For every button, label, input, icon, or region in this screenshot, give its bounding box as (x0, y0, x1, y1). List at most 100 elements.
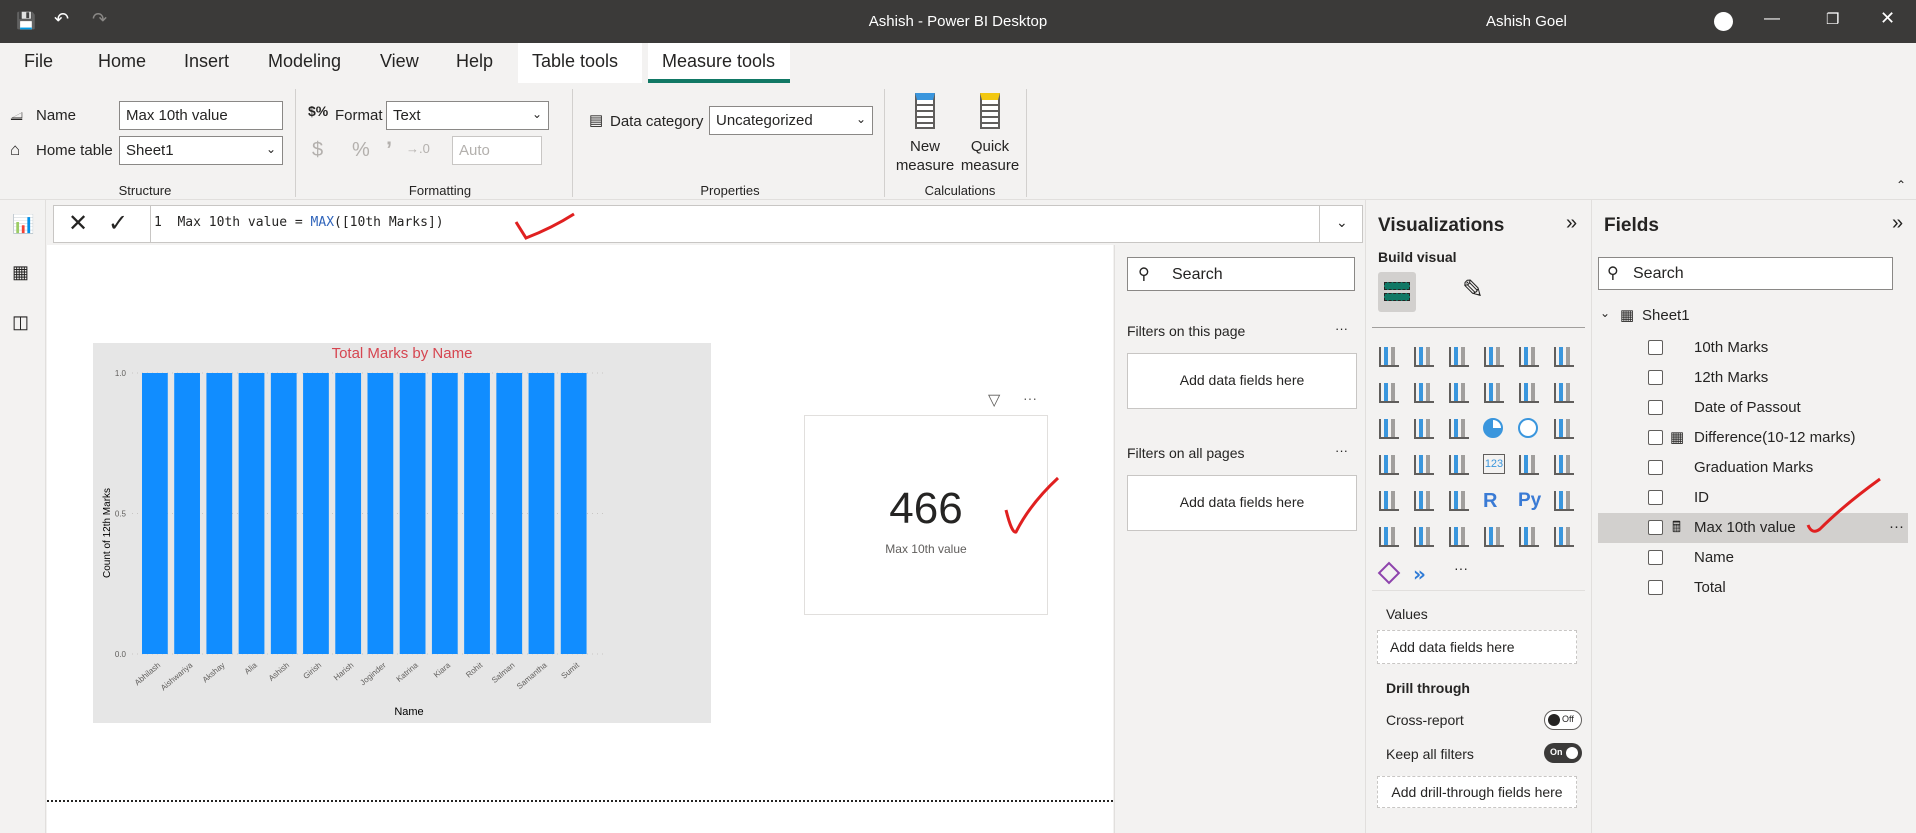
donut-icon[interactable] (1518, 418, 1540, 440)
values-drop-zone[interactable]: Add data fields here (1377, 630, 1577, 664)
field-checkbox[interactable] (1648, 580, 1663, 595)
more-options-icon[interactable]: ··· (1335, 443, 1348, 458)
table-icon[interactable] (1413, 490, 1435, 512)
new-measure-button[interactable]: New measure (893, 93, 957, 175)
paginated-icon[interactable] (1518, 526, 1540, 548)
comma-button[interactable]: ’ (386, 137, 392, 163)
commit-formula-icon[interactable]: ✓ (108, 209, 128, 238)
filters-page-drop-zone[interactable]: Add data fields here (1127, 353, 1357, 409)
quick-measure-button[interactable]: Quick measure (958, 93, 1022, 175)
restore-button[interactable]: ❐ (1826, 10, 1839, 28)
collapse-ribbon-icon[interactable]: ⌃ (1896, 178, 1906, 192)
matrix-icon[interactable] (1448, 490, 1470, 512)
minimize-button[interactable]: — (1764, 10, 1780, 28)
filters-all-drop-zone[interactable]: Add data fields here (1127, 475, 1357, 531)
power-automate-icon[interactable]: » (1413, 562, 1435, 586)
bar[interactable] (528, 373, 555, 654)
bar[interactable] (206, 373, 233, 654)
bar-chart[interactable]: Total Marks by Name Count of 12th Marks … (93, 343, 711, 723)
field-checkbox[interactable] (1648, 490, 1663, 505)
map-icon[interactable] (1378, 454, 1400, 476)
bar[interactable] (464, 373, 490, 654)
field-item[interactable]: 12th Marks (1598, 363, 1908, 393)
tab-insert[interactable]: Insert (178, 51, 235, 72)
bar[interactable] (431, 373, 458, 654)
tab-file[interactable]: File (18, 51, 59, 72)
tab-home[interactable]: Home (92, 51, 152, 72)
line-clustered-column-icon[interactable] (1518, 382, 1540, 404)
kpi-icon[interactable] (1553, 454, 1575, 476)
field-item[interactable]: 10th Marks (1598, 333, 1908, 363)
tab-modeling[interactable]: Modeling (262, 51, 347, 72)
gauge-icon[interactable] (1448, 454, 1470, 476)
key-influencers-icon[interactable] (1553, 490, 1575, 512)
multi-row-card-icon[interactable] (1518, 454, 1540, 476)
clustered-bar-icon[interactable] (1448, 346, 1470, 368)
line-column-icon[interactable] (1483, 382, 1505, 404)
more-options-icon[interactable]: ··· (1335, 321, 1348, 336)
waterfall-icon[interactable] (1378, 418, 1400, 440)
bar[interactable] (238, 373, 265, 654)
decimal-icon[interactable]: →.0 (406, 141, 430, 156)
format-visual-icon[interactable]: ✎ (1462, 274, 1484, 305)
data-category-select[interactable]: Uncategorized ⌄ (709, 106, 873, 135)
field-item[interactable]: ▦ Difference(10-12 marks) (1598, 423, 1908, 453)
smart-narrative-icon[interactable] (1448, 526, 1470, 548)
bar[interactable] (174, 373, 200, 654)
keep-all-filters-toggle[interactable]: On (1544, 743, 1582, 763)
clustered-column-icon[interactable] (1483, 346, 1505, 368)
name-input[interactable]: Max 10th value (119, 101, 283, 130)
tab-help[interactable]: Help (450, 51, 499, 72)
filter-icon[interactable]: ▽ (988, 390, 1000, 410)
ribbon-icon[interactable] (1553, 382, 1575, 404)
field-checkbox[interactable] (1648, 430, 1663, 445)
user-name[interactable]: Ashish Goel (1486, 13, 1567, 30)
bar[interactable] (560, 373, 587, 654)
more-visuals-icon[interactable]: ··· (1454, 560, 1468, 576)
format-select[interactable]: Text ⌄ (386, 101, 549, 130)
cancel-formula-icon[interactable]: ✕ (68, 209, 88, 238)
home-table-select[interactable]: Sheet1 ⌄ (119, 136, 283, 165)
scatter-icon[interactable] (1448, 418, 1470, 440)
metrics-icon[interactable] (1483, 526, 1505, 548)
stacked-bar-icon[interactable] (1378, 346, 1400, 368)
100-stacked-column-icon[interactable] (1553, 346, 1575, 368)
fields-search-input[interactable]: ⚲ Search (1598, 257, 1893, 290)
funnel-icon[interactable] (1413, 418, 1435, 440)
bar[interactable] (367, 373, 394, 654)
card-icon[interactable]: 123 (1483, 454, 1505, 476)
python-visual-icon[interactable]: Py (1518, 490, 1541, 512)
field-checkbox[interactable] (1648, 400, 1663, 415)
close-button[interactable]: ✕ (1880, 8, 1895, 29)
azure-map-icon[interactable] (1553, 526, 1575, 548)
filters-search-input[interactable]: ⚲ Search (1127, 257, 1355, 291)
slicer-icon[interactable] (1378, 490, 1400, 512)
field-checkbox[interactable] (1648, 370, 1663, 385)
pie-icon[interactable] (1483, 418, 1505, 440)
cross-report-toggle[interactable]: Off (1544, 710, 1582, 730)
bar[interactable] (399, 373, 426, 654)
field-checkbox[interactable] (1648, 520, 1663, 535)
stacked-column-icon[interactable] (1413, 346, 1435, 368)
avatar[interactable] (1714, 12, 1733, 31)
more-options-icon[interactable]: ··· (1889, 518, 1904, 535)
line-icon[interactable] (1378, 382, 1400, 404)
expand-formula-icon[interactable]: ⌄ (1336, 214, 1348, 231)
bar[interactable] (496, 373, 523, 654)
field-checkbox[interactable] (1648, 460, 1663, 475)
stacked-area-icon[interactable] (1448, 382, 1470, 404)
filled-map-icon[interactable] (1413, 454, 1435, 476)
bar[interactable] (270, 373, 297, 654)
field-item[interactable]: Total (1598, 573, 1908, 603)
build-visual-tab[interactable] (1378, 272, 1416, 312)
treemap-icon[interactable] (1553, 418, 1575, 440)
table-name[interactable]: Sheet1 (1642, 307, 1690, 324)
field-checkbox[interactable] (1648, 550, 1663, 565)
field-item[interactable]: Date of Passout (1598, 393, 1908, 423)
collapse-icon[interactable]: » (1566, 212, 1577, 235)
chevron-down-icon[interactable]: ⌄ (1600, 306, 1610, 320)
qa-icon[interactable] (1413, 526, 1435, 548)
decimal-places-input[interactable]: Auto (452, 136, 542, 165)
currency-button[interactable]: $ (312, 139, 323, 162)
more-options-icon[interactable]: ··· (1023, 390, 1037, 406)
